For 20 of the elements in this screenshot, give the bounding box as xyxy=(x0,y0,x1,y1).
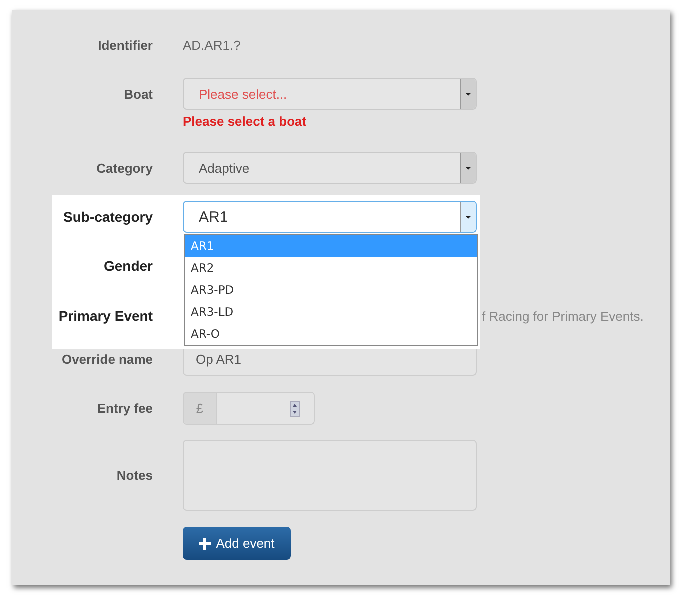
field-label: Notes xyxy=(116,468,153,483)
caret-icon xyxy=(460,79,476,109)
add-event-button[interactable]: Add event xyxy=(183,527,291,560)
field-label: Identifier xyxy=(97,38,153,52)
identifier-value: AD.AR1.? xyxy=(183,38,242,52)
plus-icon xyxy=(199,538,212,550)
spinner-icon xyxy=(290,400,300,416)
field-label: Boat xyxy=(123,86,153,102)
field-label: Entry fee xyxy=(96,401,153,416)
caret-icon xyxy=(460,202,476,232)
help-text: f Racing for Primary Events. xyxy=(482,308,644,324)
select-field[interactable]: Adaptive xyxy=(183,152,477,184)
error-message: Please select a boat xyxy=(183,114,308,129)
field-label: Gender xyxy=(102,258,153,274)
notes-field[interactable] xyxy=(183,440,477,511)
caret-icon xyxy=(460,153,476,183)
field-label: Primary Event xyxy=(58,308,153,324)
field-label: Sub-category xyxy=(62,209,153,225)
field-label: Category xyxy=(96,160,153,176)
field-label: Override name xyxy=(60,352,153,367)
